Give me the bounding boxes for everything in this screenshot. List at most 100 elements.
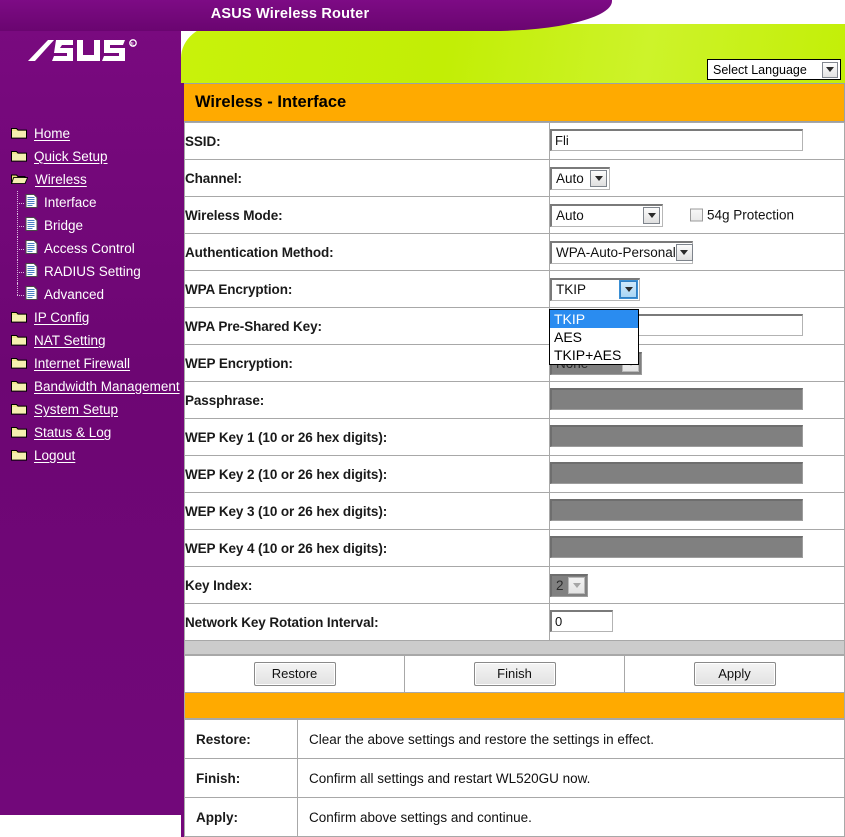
document-icon <box>25 286 38 303</box>
select-language-dropdown[interactable]: Select Language <box>707 59 841 80</box>
help-text: Confirm above settings and continue. <box>297 797 845 837</box>
table-row: Restore Finish Apply <box>184 655 845 693</box>
sidebar-item-radius-setting[interactable]: RADIUS Setting <box>0 260 181 283</box>
sidebar-label: Access Control <box>44 241 135 256</box>
folder-icon <box>11 149 27 165</box>
restore-button[interactable]: Restore <box>253 662 336 686</box>
key-rotation-cell: 0 <box>549 603 845 641</box>
router-admin-page: ASUS Wireless Router R Select Language H… <box>0 0 845 837</box>
sidebar-label: Bridge <box>44 218 84 233</box>
ssid-cell: Fli <box>549 122 845 160</box>
auth-method-value: WPA-Auto-Personal <box>556 245 676 260</box>
wpa-encryption-options-list[interactable]: TKIP AES TKIP+AES <box>549 309 639 365</box>
sidebar-item-system-setup[interactable]: System Setup <box>0 398 181 421</box>
sidebar-item-advanced[interactable]: Advanced <box>0 283 181 306</box>
sidebar-item-interface[interactable]: Interface <box>0 191 181 214</box>
passphrase-input <box>550 387 803 410</box>
key-index-dropdown: 2 <box>550 573 588 597</box>
key-rotation-input[interactable]: 0 <box>550 609 613 632</box>
folder-icon <box>11 333 27 349</box>
finish-button[interactable]: Finish <box>473 662 556 686</box>
passphrase-cell <box>549 381 845 419</box>
dropdown-option[interactable]: TKIP <box>550 310 638 328</box>
table-row: Network Key Rotation Interval: 0 <box>184 603 845 641</box>
sidebar-label: System Setup <box>34 402 119 417</box>
wpa-encryption-dropdown[interactable]: TKIP <box>550 277 640 301</box>
sidebar-item-access-control[interactable]: Access Control <box>0 237 181 260</box>
wpa-psk-label: WPA Pre-Shared Key: <box>184 307 550 345</box>
table-row: Passphrase: <box>184 381 845 419</box>
wep-key-4-input <box>550 535 803 558</box>
wireless-mode-value: Auto <box>556 208 584 223</box>
apply-cell: Apply <box>624 655 845 693</box>
wep-key-1-cell <box>549 418 845 456</box>
wep-key-3-input <box>550 498 803 521</box>
table-row: SSID: Fli <box>184 122 845 160</box>
wireless-settings-table: SSID: Fli Channel: Auto Wireless Mode: A… <box>184 122 845 641</box>
folder-icon <box>11 402 27 418</box>
chevron-down-icon[interactable] <box>643 207 660 224</box>
chevron-down-icon[interactable] <box>675 244 693 261</box>
table-spacer <box>184 641 845 655</box>
ssid-input[interactable]: Fli <box>550 128 803 151</box>
54g-protection-checkbox[interactable] <box>690 208 703 222</box>
table-row: WEP Key 1 (10 or 26 hex digits): <box>184 418 845 456</box>
channel-cell: Auto <box>549 159 845 197</box>
sidebar-item-home[interactable]: Home <box>0 122 181 145</box>
document-icon <box>25 194 38 211</box>
passphrase-label: Passphrase: <box>184 381 550 419</box>
document-icon <box>25 240 38 257</box>
sidebar-item-logout[interactable]: Logout <box>0 444 181 467</box>
sidebar-label: Interface <box>44 195 97 210</box>
wep-key-4-label: WEP Key 4 (10 or 26 hex digits): <box>184 529 550 567</box>
sidebar-item-status-log[interactable]: Status & Log <box>0 421 181 444</box>
chevron-down-icon <box>568 577 585 594</box>
main-content: Wireless - Interface SSID: Fli Channel: … <box>181 83 845 837</box>
channel-label: Channel: <box>184 159 550 197</box>
dropdown-option[interactable]: TKIP+AES <box>550 346 638 364</box>
wep-key-3-label: WEP Key 3 (10 or 26 hex digits): <box>184 492 550 530</box>
help-section-divider <box>184 693 845 719</box>
wep-key-2-label: WEP Key 2 (10 or 26 hex digits): <box>184 455 550 493</box>
help-key: Restore: <box>184 719 298 759</box>
table-row: WPA Encryption: TKIP <box>184 270 845 308</box>
window-title-banner: ASUS Wireless Router <box>0 0 612 31</box>
chevron-down-icon[interactable] <box>619 280 638 299</box>
sidebar-label: Bandwidth Management <box>34 379 180 394</box>
sidebar-item-quick-setup[interactable]: Quick Setup <box>0 145 181 168</box>
sidebar-item-internet-firewall[interactable]: Internet Firewall <box>0 352 181 375</box>
sidebar-item-bandwidth-management[interactable]: Bandwidth Management <box>0 375 181 398</box>
wpa-encryption-cell: TKIP <box>549 270 845 308</box>
sidebar-label: Logout <box>34 448 76 463</box>
apply-button[interactable]: Apply <box>693 662 776 686</box>
asus-logo: R <box>26 34 151 68</box>
sidebar-item-ip-config[interactable]: IP Config <box>0 306 181 329</box>
wpa-encryption-value: TKIP <box>556 282 587 297</box>
table-row: Key Index: 2 <box>184 566 845 604</box>
wireless-mode-label: Wireless Mode: <box>184 196 550 234</box>
sidebar-item-bridge[interactable]: Bridge <box>0 214 181 237</box>
chevron-down-icon[interactable] <box>822 61 838 78</box>
table-row: WPA Pre-Shared Key: <box>184 307 845 345</box>
sidebar-label: Advanced <box>44 287 105 302</box>
help-table: Restore: Clear the above settings and re… <box>184 719 845 837</box>
chevron-down-icon[interactable] <box>590 170 607 187</box>
restore-cell: Restore <box>184 655 405 693</box>
document-icon <box>25 263 38 280</box>
folder-icon <box>11 379 27 395</box>
sidebar-label: NAT Setting <box>34 333 106 348</box>
sidebar-label: Quick Setup <box>34 149 108 164</box>
wireless-mode-dropdown[interactable]: Auto <box>550 203 663 227</box>
dropdown-option[interactable]: AES <box>550 328 638 346</box>
folder-open-icon <box>10 172 29 188</box>
key-index-label: Key Index: <box>184 566 550 604</box>
sidebar-label: Status & Log <box>34 425 112 440</box>
page-title: Wireless - Interface <box>195 93 347 111</box>
sidebar-item-nat-setting[interactable]: NAT Setting <box>0 329 181 352</box>
channel-value: Auto <box>556 171 584 186</box>
auth-method-dropdown[interactable]: WPA-Auto-Personal <box>550 240 693 264</box>
auth-method-cell: WPA-Auto-Personal <box>549 233 845 271</box>
54g-protection-checkbox-wrap[interactable]: 54g Protection <box>690 208 794 223</box>
channel-dropdown[interactable]: Auto <box>550 166 610 190</box>
sidebar-item-wireless[interactable]: Wireless <box>0 168 181 191</box>
